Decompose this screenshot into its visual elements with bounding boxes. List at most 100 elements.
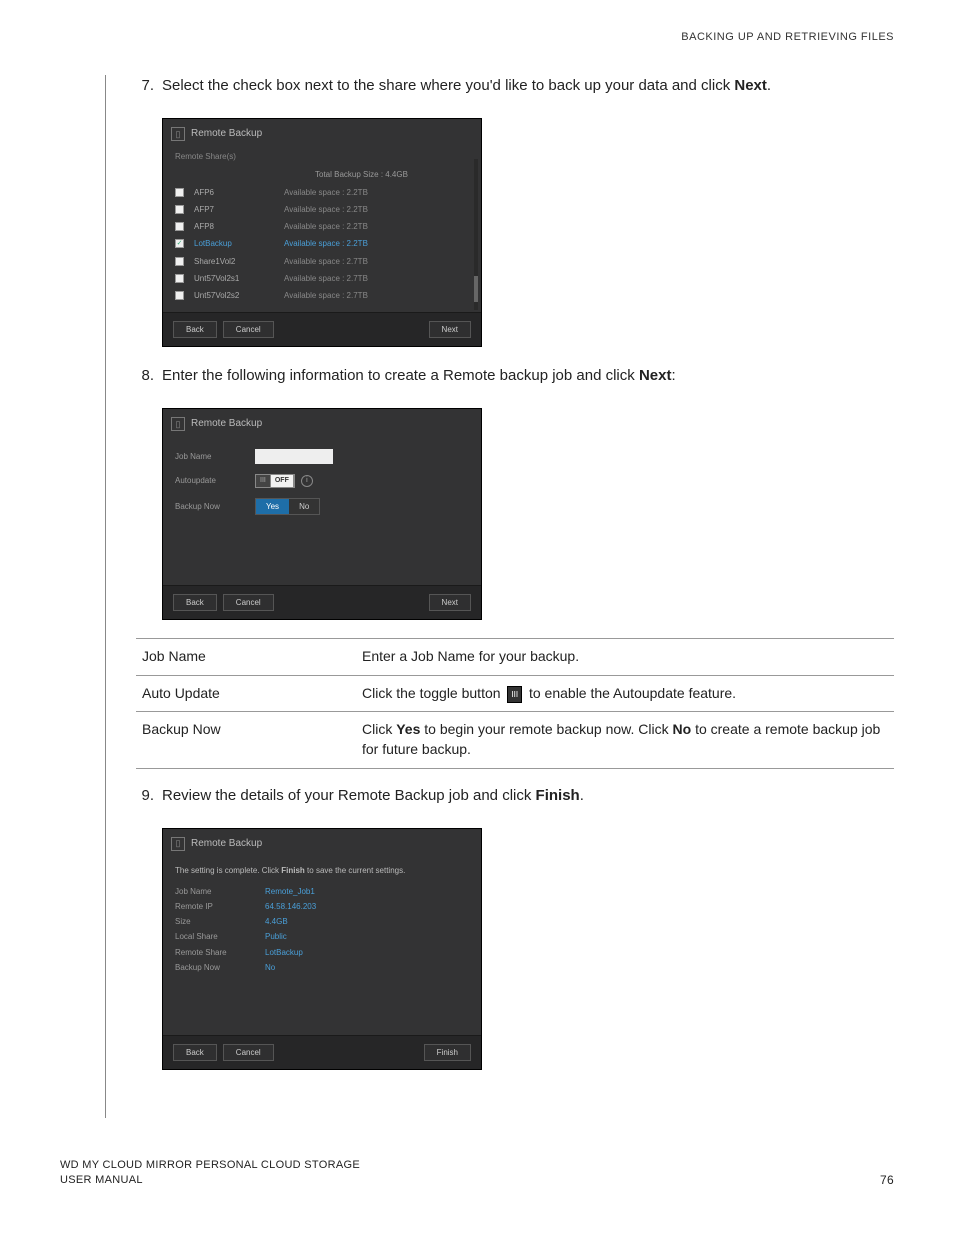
review-value: LotBackup [265, 947, 303, 958]
text: Select the check box next to the share w… [162, 77, 734, 94]
review-label: Remote Share [175, 947, 265, 958]
share-space: Available space : 2.7TB [284, 256, 469, 267]
checkbox[interactable] [175, 222, 184, 231]
toggle-off-label: OFF [271, 475, 294, 487]
dialog-title: Remote Backup [191, 127, 262, 141]
page-footer: WD MY CLOUD MIRROR PERSONAL CLOUD STORAG… [60, 1158, 894, 1189]
toggle-handle: III [256, 475, 271, 487]
review-row: Job NameRemote_Job1 [175, 884, 469, 899]
autoupdate-label: Autoupdate [175, 475, 255, 486]
share-row[interactable]: Unt57Vol2s1Available space : 2.7TB [175, 270, 469, 287]
cancel-button[interactable]: Cancel [223, 321, 274, 338]
scrollbar-thumb[interactable] [474, 276, 478, 302]
remote-shares-label: Remote Share(s) [175, 151, 469, 162]
checkbox[interactable] [175, 257, 184, 266]
review-row: Remote ShareLotBackup [175, 945, 469, 960]
review-value: Remote_Job1 [265, 886, 315, 897]
complete-message: The setting is complete. Click Finish to… [175, 861, 469, 884]
share-name: LotBackup [194, 238, 284, 249]
share-row[interactable]: AFP6Available space : 2.2TB [175, 184, 469, 201]
text: to save the current settings. [305, 866, 406, 875]
review-value: Public [265, 931, 287, 942]
text: to begin your remote backup now. Click [420, 721, 672, 737]
autoupdate-toggle[interactable]: III OFF [255, 474, 295, 488]
next-button[interactable]: Next [429, 594, 471, 611]
share-space: Available space : 2.2TB [284, 187, 469, 198]
checkbox[interactable] [175, 291, 184, 300]
table-row: Backup Now Click Yes to begin your remot… [136, 712, 894, 768]
step-text: Select the check box next to the share w… [162, 75, 894, 96]
text: Click [362, 721, 396, 737]
review-label: Backup Now [175, 962, 265, 973]
review-row: Remote IP64.58.146.203 [175, 899, 469, 914]
no-button[interactable]: No [289, 499, 319, 514]
backup-now-row: Backup Now Yes No [175, 498, 469, 515]
remote-backup-dialog-review: ▯ Remote Backup The setting is complete.… [162, 828, 482, 1070]
info-icon[interactable]: i [301, 475, 313, 487]
share-space: Available space : 2.2TB [284, 238, 469, 249]
step-text: Enter the following information to creat… [162, 365, 894, 386]
back-button[interactable]: Back [173, 1044, 217, 1061]
back-button[interactable]: Back [173, 594, 217, 611]
field-label: Auto Update [136, 675, 356, 712]
review-value: 4.4GB [265, 916, 288, 927]
share-space: Available space : 2.2TB [284, 221, 469, 232]
bold-no: No [673, 721, 692, 737]
field-label: Backup Now [136, 712, 356, 768]
yes-button[interactable]: Yes [256, 499, 289, 514]
table-row: Job Name Enter a Job Name for your backu… [136, 639, 894, 676]
text: Enter the following information to creat… [162, 367, 639, 384]
checkbox[interactable] [175, 205, 184, 214]
review-list: Job NameRemote_Job1 Remote IP64.58.146.2… [175, 884, 469, 975]
screenshot-review: ▯ Remote Backup The setting is complete.… [162, 828, 894, 1070]
checkbox-checked[interactable] [175, 239, 184, 248]
share-row-selected[interactable]: LotBackupAvailable space : 2.2TB [175, 235, 469, 252]
field-desc: Click Yes to begin your remote backup no… [356, 712, 894, 768]
back-button[interactable]: Back [173, 321, 217, 338]
review-row: Local SharePublic [175, 929, 469, 944]
dialog-title: Remote Backup [191, 417, 262, 431]
step-9: 9. Review the details of your Remote Bac… [136, 785, 894, 816]
share-name: AFP7 [194, 204, 284, 215]
bold-yes: Yes [396, 721, 420, 737]
autoupdate-row: Autoupdate III OFF i [175, 474, 469, 488]
device-icon: ▯ [171, 837, 185, 851]
total-backup-size: Total Backup Size : 4.4GB [175, 169, 469, 180]
section-header: BACKING UP AND RETRIEVING FILES [60, 30, 894, 45]
step-text: Review the details of your Remote Backup… [162, 785, 894, 806]
review-row: Size4.4GB [175, 914, 469, 929]
step-8: 8. Enter the following information to cr… [136, 365, 894, 396]
yes-no-group: Yes No [255, 498, 320, 515]
share-row[interactable]: Share1Vol2Available space : 2.7TB [175, 253, 469, 270]
checkbox[interactable] [175, 188, 184, 197]
share-name: Unt57Vol2s2 [194, 290, 284, 301]
device-icon: ▯ [171, 127, 185, 141]
share-row[interactable]: AFP7Available space : 2.2TB [175, 201, 469, 218]
share-space: Available space : 2.7TB [284, 290, 469, 301]
page-number: 76 [880, 1172, 894, 1189]
field-description-table: Job Name Enter a Job Name for your backu… [136, 638, 894, 768]
share-row[interactable]: Unt57Vol2s2Available space : 2.7TB [175, 287, 469, 304]
cancel-button[interactable]: Cancel [223, 1044, 274, 1061]
device-icon: ▯ [171, 417, 185, 431]
step-number: 9. [136, 785, 162, 816]
job-name-input[interactable] [255, 449, 333, 464]
text: The setting is complete. Click [175, 866, 281, 875]
next-button[interactable]: Next [429, 321, 471, 338]
dialog-title: Remote Backup [191, 837, 262, 851]
cancel-button[interactable]: Cancel [223, 594, 274, 611]
checkbox[interactable] [175, 274, 184, 283]
share-row[interactable]: AFP8Available space : 2.2TB [175, 218, 469, 235]
footer-manual: USER MANUAL [60, 1173, 360, 1188]
review-label: Local Share [175, 931, 265, 942]
step-number: 8. [136, 365, 162, 396]
share-name: AFP6 [194, 187, 284, 198]
finish-button[interactable]: Finish [424, 1044, 471, 1061]
bold-next: Next [734, 77, 767, 94]
bold-next: Next [639, 367, 672, 384]
review-row: Backup NowNo [175, 960, 469, 975]
text: to enable the Autoupdate feature. [525, 685, 736, 701]
footer-product: WD MY CLOUD MIRROR PERSONAL CLOUD STORAG… [60, 1158, 360, 1173]
remote-backup-dialog-form: ▯ Remote Backup Job Name Autoupdate III … [162, 408, 482, 620]
text: . [580, 787, 584, 804]
